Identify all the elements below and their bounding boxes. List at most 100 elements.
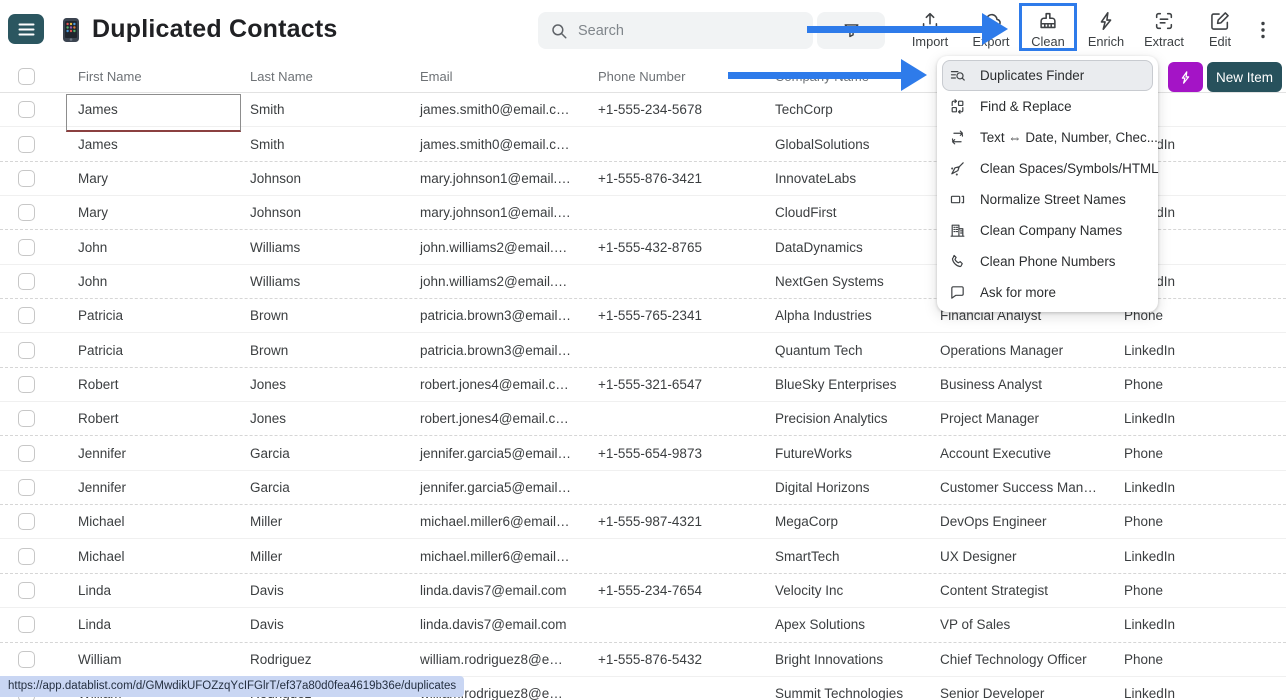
cell-phone[interactable]: +1-555-876-5432: [576, 652, 753, 667]
cell-phone[interactable]: +1-555-234-5678: [576, 102, 753, 117]
cell-first[interactable]: Patricia: [56, 308, 228, 323]
cell-email[interactable]: linda.davis7@email.com: [398, 617, 576, 632]
cell-last[interactable]: Smith: [228, 102, 398, 117]
cell-source[interactable]: Phone: [1102, 446, 1286, 461]
cell-job[interactable]: Business Analyst: [918, 377, 1102, 392]
cell-first[interactable]: Jennifer: [56, 480, 228, 495]
cell-last[interactable]: Miller: [228, 549, 398, 564]
cell-source[interactable]: Phone: [1102, 377, 1286, 392]
cell-first[interactable]: Michael: [56, 549, 228, 564]
cell-last[interactable]: Jones: [228, 411, 398, 426]
row-checkbox[interactable]: [18, 513, 35, 530]
search-input[interactable]: [578, 23, 788, 39]
search-box[interactable]: [538, 12, 813, 49]
menu-item-clean-company-names[interactable]: Clean Company Names: [942, 215, 1153, 246]
cell-first[interactable]: Robert: [56, 377, 228, 392]
row-checkbox[interactable]: [18, 170, 35, 187]
cell-email[interactable]: patricia.brown3@email.com: [398, 343, 576, 358]
toolbar-export-button[interactable]: Export: [962, 5, 1020, 53]
cell-last[interactable]: Brown: [228, 308, 398, 323]
cell-job[interactable]: Chief Technology Officer: [918, 652, 1102, 667]
cell-last[interactable]: Smith: [228, 137, 398, 152]
row-checkbox[interactable]: [18, 651, 35, 668]
cell-source[interactable]: Phone: [1102, 583, 1286, 598]
row-checkbox[interactable]: [18, 410, 35, 427]
cell-company[interactable]: CloudFirst: [753, 205, 918, 220]
cell-company[interactable]: TechCorp: [753, 102, 918, 117]
cell-first[interactable]: Patricia: [56, 343, 228, 358]
cell-company[interactable]: DataDynamics: [753, 240, 918, 255]
cell-last[interactable]: Brown: [228, 343, 398, 358]
cell-company[interactable]: Summit Technologies: [753, 686, 918, 700]
cell-email[interactable]: linda.davis7@email.com: [398, 583, 576, 598]
menu-item-ask-for-more[interactable]: Ask for more: [942, 277, 1153, 308]
cell-company[interactable]: BlueSky Enterprises: [753, 377, 918, 392]
cell-source[interactable]: LinkedIn: [1102, 686, 1286, 700]
cell-email[interactable]: robert.jones4@email.com: [398, 377, 576, 392]
column-header-last-name[interactable]: Last Name: [228, 69, 398, 84]
cell-email[interactable]: michael.miller6@email.com: [398, 514, 576, 529]
cell-last[interactable]: Davis: [228, 617, 398, 632]
more-options-button[interactable]: [1252, 15, 1274, 45]
cell-email[interactable]: jennifer.garcia5@email.com: [398, 480, 576, 495]
row-checkbox[interactable]: [18, 204, 35, 221]
select-all-checkbox[interactable]: [18, 68, 35, 85]
row-checkbox[interactable]: [18, 582, 35, 599]
row-checkbox[interactable]: [18, 479, 35, 496]
cell-company[interactable]: GlobalSolutions: [753, 137, 918, 152]
menu-item-text-date-number-chec[interactable]: Text ⇔ Date, Number, Chec...: [942, 122, 1153, 153]
cell-job[interactable]: Operations Manager: [918, 343, 1102, 358]
toolbar-clean-button[interactable]: Clean: [1019, 5, 1077, 53]
row-checkbox[interactable]: [18, 101, 35, 118]
cell-email[interactable]: patricia.brown3@email.com: [398, 308, 576, 323]
cell-email[interactable]: jennifer.garcia5@email.com: [398, 446, 576, 461]
cell-email[interactable]: john.williams2@email.com: [398, 274, 576, 289]
cell-first[interactable]: James: [56, 102, 228, 117]
cell-first[interactable]: Linda: [56, 583, 228, 598]
column-header-email[interactable]: Email: [398, 69, 576, 84]
cell-first[interactable]: Mary: [56, 171, 228, 186]
row-checkbox[interactable]: [18, 445, 35, 462]
cell-first[interactable]: Jennifer: [56, 446, 228, 461]
row-checkbox[interactable]: [18, 273, 35, 290]
cell-company[interactable]: MegaCorp: [753, 514, 918, 529]
cell-company[interactable]: InnovateLabs: [753, 171, 918, 186]
cell-last[interactable]: Garcia: [228, 446, 398, 461]
column-header-company-name[interactable]: Company Name: [753, 69, 918, 84]
cell-email[interactable]: james.smith0@email.com: [398, 102, 576, 117]
cell-first[interactable]: Mary: [56, 205, 228, 220]
cell-company[interactable]: Velocity Inc: [753, 583, 918, 598]
cell-phone[interactable]: +1-555-876-3421: [576, 171, 753, 186]
cell-job[interactable]: Customer Success Manager: [918, 480, 1102, 495]
cell-email[interactable]: william.rodriguez8@email.com: [398, 652, 576, 667]
cell-last[interactable]: Williams: [228, 240, 398, 255]
cell-email[interactable]: mary.johnson1@email.com: [398, 171, 576, 186]
cell-phone[interactable]: +1-555-432-8765: [576, 240, 753, 255]
menu-item-duplicates-finder[interactable]: Duplicates Finder: [942, 60, 1153, 91]
cell-job[interactable]: Content Strategist: [918, 583, 1102, 598]
cell-company[interactable]: NextGen Systems: [753, 274, 918, 289]
cell-company[interactable]: Bright Innovations: [753, 652, 918, 667]
cell-company[interactable]: Digital Horizons: [753, 480, 918, 495]
cell-email[interactable]: james.smith0@email.com: [398, 137, 576, 152]
cell-source[interactable]: LinkedIn: [1102, 480, 1286, 495]
row-checkbox[interactable]: [18, 307, 35, 324]
cell-phone[interactable]: +1-555-234-7654: [576, 583, 753, 598]
cell-company[interactable]: Alpha Industries: [753, 308, 918, 323]
cell-phone[interactable]: +1-555-654-9873: [576, 446, 753, 461]
cell-first[interactable]: John: [56, 274, 228, 289]
cell-job[interactable]: VP of Sales: [918, 617, 1102, 632]
cell-first[interactable]: Michael: [56, 514, 228, 529]
menu-item-normalize-street-names[interactable]: Normalize Street Names: [942, 184, 1153, 215]
cell-first[interactable]: William: [56, 652, 228, 667]
cell-last[interactable]: Miller: [228, 514, 398, 529]
cell-source[interactable]: LinkedIn: [1102, 343, 1286, 358]
cell-first[interactable]: Linda: [56, 617, 228, 632]
cell-source[interactable]: LinkedIn: [1102, 411, 1286, 426]
cell-last[interactable]: Johnson: [228, 171, 398, 186]
new-item-button[interactable]: New Item: [1207, 62, 1282, 92]
column-header-phone-number[interactable]: Phone Number: [576, 69, 753, 84]
cell-phone[interactable]: +1-555-321-6547: [576, 377, 753, 392]
cell-first[interactable]: John: [56, 240, 228, 255]
row-checkbox[interactable]: [18, 548, 35, 565]
